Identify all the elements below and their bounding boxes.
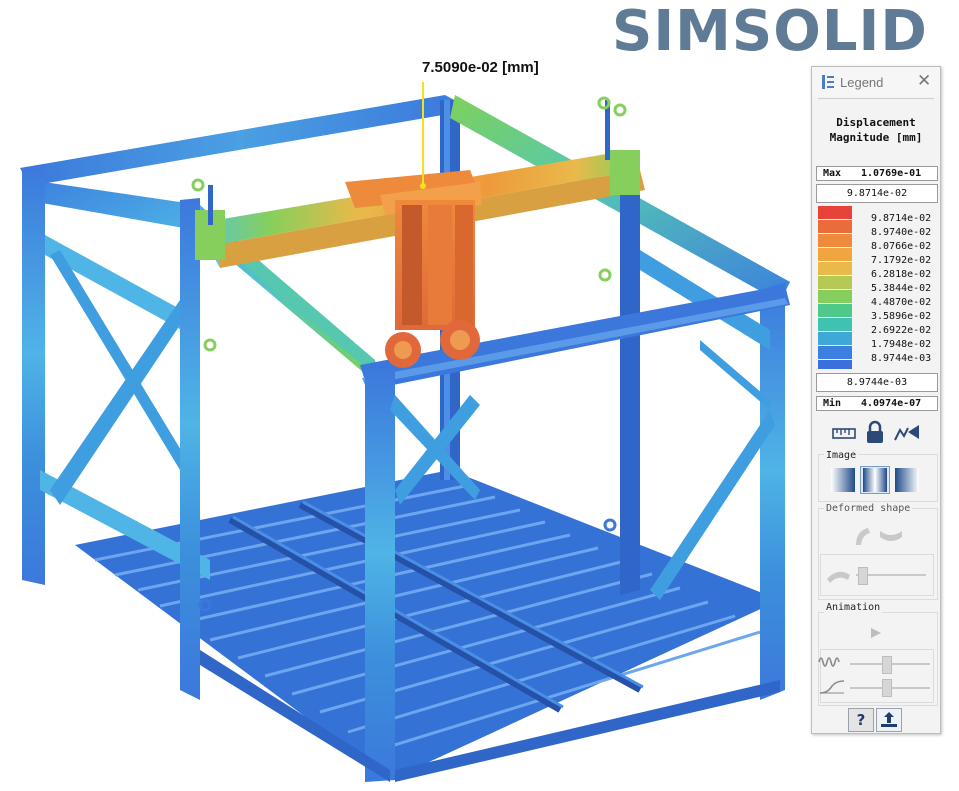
probe-value-label: 7.5090e-02 [mm] <box>422 59 539 76</box>
image-group-label: Image <box>824 450 859 461</box>
ruler-icon[interactable] <box>832 424 856 442</box>
scale-swatch <box>818 276 852 289</box>
legend-heading-line2: Magnitude [mm] <box>829 131 923 144</box>
lock-icon[interactable] <box>864 420 886 444</box>
legend-heading-line1: Displacement <box>836 116 916 129</box>
close-icon[interactable]: ✕ <box>917 71 931 91</box>
scale-swatch-bottom <box>818 360 852 369</box>
deform-scale-icon <box>827 571 850 583</box>
probe-icon[interactable] <box>894 422 920 444</box>
deform-bend-icon[interactable] <box>852 525 872 547</box>
simsolid-logo: SIMSOLID <box>612 0 928 64</box>
scale-label: 9.8714e-02 <box>871 213 932 224</box>
help-button[interactable]: ? <box>848 708 874 732</box>
export-button[interactable] <box>876 708 902 732</box>
scale-swatch <box>818 332 852 345</box>
upper-bound-input[interactable]: 9.8714e-02 <box>816 184 938 203</box>
scale-swatch <box>818 346 852 359</box>
scale-swatch <box>818 304 852 317</box>
min-label: Min <box>823 398 842 409</box>
frequency-slider[interactable] <box>882 656 892 674</box>
lower-bound-input[interactable]: 8.9744e-03 <box>816 373 938 392</box>
scale-swatch <box>818 206 852 219</box>
frame-left <box>22 164 210 700</box>
frequency-icon <box>818 657 840 667</box>
export-icon <box>881 712 897 727</box>
deform-scale-slider[interactable] <box>858 567 868 585</box>
speed-slider[interactable] <box>882 679 892 697</box>
scale-label: 2.6922e-02 <box>871 325 932 336</box>
image-style-right-icon[interactable] <box>894 467 920 493</box>
scale-label: 8.9744e-03 <box>871 353 932 364</box>
min-value-row: Min 4.0974e-07 <box>816 396 938 411</box>
scale-swatch <box>818 220 852 233</box>
legend-heading: Displacement Magnitude [mm] <box>812 115 940 145</box>
animation-group-label: Animation <box>824 602 883 613</box>
scale-label: 8.9740e-02 <box>871 227 932 238</box>
legend-panel: Legend ✕ Displacement Magnitude [mm] Max… <box>811 66 941 734</box>
legend-icon <box>822 75 834 89</box>
image-style-center-icon[interactable] <box>860 466 890 494</box>
divider <box>818 98 934 99</box>
scale-swatch <box>818 290 852 303</box>
scale-label: 4.4870e-02 <box>871 297 932 308</box>
scale-label: 6.2818e-02 <box>871 269 932 280</box>
scale-label: 5.3844e-02 <box>871 283 932 294</box>
legend-title: Legend <box>840 75 884 90</box>
scale-label: 7.1792e-02 <box>871 255 932 266</box>
scale-swatch <box>818 234 852 247</box>
play-icon[interactable] <box>870 627 882 639</box>
scale-label: 1.7948e-02 <box>871 339 932 350</box>
deformed-shape-label: Deformed shape <box>824 503 913 514</box>
legend-titlebar[interactable]: Legend ✕ <box>812 67 940 97</box>
probe-marker-point <box>420 183 426 189</box>
max-value: 1.0769e-01 <box>861 168 922 179</box>
scale-swatch <box>818 318 852 331</box>
scale-label: 8.0766e-02 <box>871 241 932 252</box>
min-value: 4.0974e-07 <box>861 398 922 409</box>
image-style-left-icon[interactable] <box>830 467 856 493</box>
max-value-row: Max 1.0769e-01 <box>816 166 938 181</box>
speed-curve-icon <box>819 680 845 694</box>
scale-label: 3.5896e-02 <box>871 311 932 322</box>
max-label: Max <box>823 168 842 179</box>
hoist-assembly <box>345 170 482 368</box>
scale-swatch <box>818 262 852 275</box>
color-scale: 9.8714e-02 8.9740e-02 8.0766e-02 7.1792e… <box>816 205 936 371</box>
scale-swatch <box>818 248 852 261</box>
deform-twist-icon[interactable] <box>878 527 904 545</box>
